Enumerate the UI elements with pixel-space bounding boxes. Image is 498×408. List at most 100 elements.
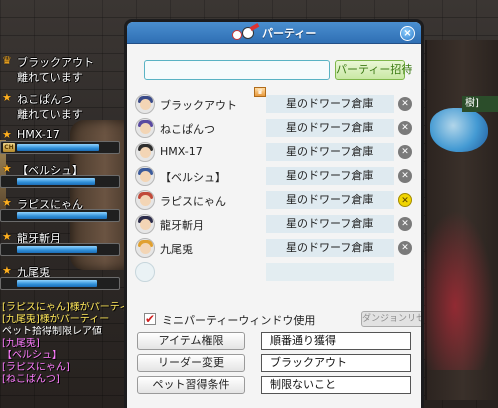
member-location: 星のドワーフ倉庫	[266, 239, 394, 257]
member-row[interactable]: ねこぱんつ 星のドワーフ倉庫 ✕	[133, 116, 412, 140]
hp-bar: CH	[0, 141, 120, 154]
member-location: 星のドワーフ倉庫	[266, 143, 394, 161]
hud-member-name: HMX-17	[17, 128, 60, 141]
avatar	[135, 118, 155, 138]
avatar	[135, 214, 155, 234]
member-location: 星のドワーフ倉庫	[266, 95, 394, 113]
dungeon-reset-button[interactable]: ダンジョンリセット	[361, 311, 421, 327]
hp-bar	[0, 243, 120, 256]
close-button[interactable]: ×	[400, 26, 415, 41]
hp-bar	[0, 277, 120, 290]
window-title-group: パーティー	[230, 23, 317, 42]
member-name: ラピスにゃん	[160, 195, 226, 208]
kick-member-icon[interactable]: ✕	[398, 145, 412, 159]
member-name: 龍牙斬月	[160, 219, 204, 232]
avatar	[135, 142, 155, 162]
chat-line: [ねこぱんつ]	[2, 374, 60, 385]
leader-crown-icon: ♛	[254, 87, 266, 97]
chat-line: [ラピスにゃん]	[2, 362, 70, 373]
blue-creature	[430, 108, 488, 152]
star-icon: ★	[2, 196, 12, 209]
member-row[interactable]: ラピスにゃん 星のドワーフ倉庫 ✕	[133, 188, 412, 212]
party-window-body: パーティー × パーティー招待 ブラックアウト ♛ 星のドワーフ倉庫 ✕ ねこぱ…	[127, 22, 421, 408]
hud-member[interactable]: ★ 【ベルシュ】	[0, 161, 124, 195]
hp-bar	[0, 209, 120, 222]
hud-member-name: ブラックアウト	[17, 56, 94, 69]
member-location: 星のドワーフ倉庫	[266, 215, 394, 233]
hud-member[interactable]: ★ ラピスにゃん	[0, 195, 124, 229]
mini-window-checkbox[interactable]: ✔	[144, 313, 156, 325]
star-icon: ★	[2, 91, 12, 104]
avatar	[135, 238, 155, 258]
member-row[interactable]: 九尾兎 星のドワーフ倉庫 ✕	[133, 236, 412, 260]
member-name: HMX-17	[160, 145, 203, 158]
party-invite-button[interactable]: パーティー招待	[335, 60, 412, 80]
member-row[interactable]: 龍牙斬月 星のドワーフ倉庫 ✕	[133, 212, 412, 236]
hud-member-status: 離れています	[17, 108, 83, 121]
map-sign: 樹]	[462, 96, 498, 112]
pet-learn-value: 制限ないこと	[261, 376, 411, 394]
magic-glow	[415, 210, 495, 370]
kick-member-icon[interactable]: ✕	[398, 121, 412, 135]
hp-fill	[17, 280, 97, 287]
member-row[interactable]: 【ベルシュ】 星のドワーフ倉庫 ✕	[133, 164, 412, 188]
avatar	[135, 190, 155, 210]
hud-member[interactable]: ♛ ブラックアウト 離れています	[0, 53, 124, 90]
star-icon: ★	[2, 128, 12, 141]
member-name: ブラックアウト	[160, 99, 237, 112]
kick-member-icon[interactable]: ✕	[398, 241, 412, 255]
member-location: 星のドワーフ倉庫	[266, 191, 394, 209]
pet-learn-button[interactable]: ペット習得条件	[137, 376, 245, 394]
kick-member-icon[interactable]: ✕	[398, 97, 412, 111]
chat-line: 【ベルシュ】	[2, 350, 62, 361]
hud-member[interactable]: ★ 九尾兎	[0, 263, 124, 297]
leader-value: ブラックアウト	[261, 354, 411, 372]
hud-member[interactable]: ★ ねこぱんつ 離れています	[0, 90, 124, 127]
empty-location	[266, 263, 394, 281]
star-icon: ★	[2, 162, 12, 175]
hud-member-status: 離れています	[17, 71, 83, 84]
leave-party-icon[interactable]: ✕	[398, 193, 412, 207]
hud-member[interactable]: ★ 龍牙斬月	[0, 229, 124, 263]
hud-member-name: ねこぱんつ	[17, 93, 72, 106]
mini-window-label: ミニパーティーウィンドウ使用	[162, 314, 316, 327]
party-window: パーティー × パーティー招待 ブラックアウト ♛ 星のドワーフ倉庫 ✕ ねこぱ…	[124, 19, 424, 408]
member-name: 九尾兎	[160, 243, 193, 256]
member-location: 星のドワーフ倉庫	[266, 119, 394, 137]
empty-member-slot	[133, 260, 409, 284]
avatar	[135, 94, 155, 114]
invite-name-input[interactable]	[144, 60, 330, 80]
chat-line: [九尾兎]	[2, 338, 40, 349]
hp-fill	[17, 144, 99, 151]
hud-badge: CH	[3, 143, 15, 152]
item-rights-value: 順番通り獲得	[261, 332, 411, 350]
member-row[interactable]: HMX-17 星のドワーフ倉庫 ✕	[133, 140, 412, 164]
crown-icon: ♛	[2, 54, 12, 67]
member-name: 【ベルシュ】	[160, 171, 226, 184]
avatar	[135, 166, 155, 186]
chat-line: ペット拾得制限レア値	[2, 326, 102, 337]
empty-avatar	[135, 262, 155, 282]
hp-fill	[17, 212, 107, 219]
party-hats-icon	[230, 23, 260, 42]
chat-line: [ラピスにゃん]様がパーティ	[2, 302, 126, 313]
party-member-list: ブラックアウト ♛ 星のドワーフ倉庫 ✕ ねこぱんつ 星のドワーフ倉庫 ✕ HM…	[133, 87, 412, 284]
item-rights-button[interactable]: アイテム権限	[137, 332, 245, 350]
hp-fill	[17, 246, 97, 253]
chat-log: [ラピスにゃん]様がパーティ [九尾兎]様がパーティー ペット拾得制限レア値 […	[2, 302, 126, 386]
window-title: パーティー	[262, 27, 317, 40]
party-hud: ♛ ブラックアウト 離れています ★ ねこぱんつ 離れています ★ HMX-17…	[0, 53, 124, 297]
kick-member-icon[interactable]: ✕	[398, 217, 412, 231]
star-icon: ★	[2, 230, 12, 243]
member-location: 星のドワーフ倉庫	[266, 167, 394, 185]
chat-line: [九尾兎]様がパーティー	[2, 314, 110, 325]
kick-member-icon[interactable]: ✕	[398, 169, 412, 183]
hp-bar	[0, 175, 120, 188]
star-icon: ★	[2, 264, 12, 277]
member-name: ねこぱんつ	[160, 123, 215, 136]
leader-change-button[interactable]: リーダー変更	[137, 354, 245, 372]
window-titlebar[interactable]: パーティー ×	[127, 22, 421, 44]
hp-fill	[17, 178, 95, 185]
hud-member[interactable]: ★ HMX-17 CH	[0, 127, 124, 161]
member-row[interactable]: ブラックアウト ♛ 星のドワーフ倉庫 ✕	[133, 87, 412, 116]
